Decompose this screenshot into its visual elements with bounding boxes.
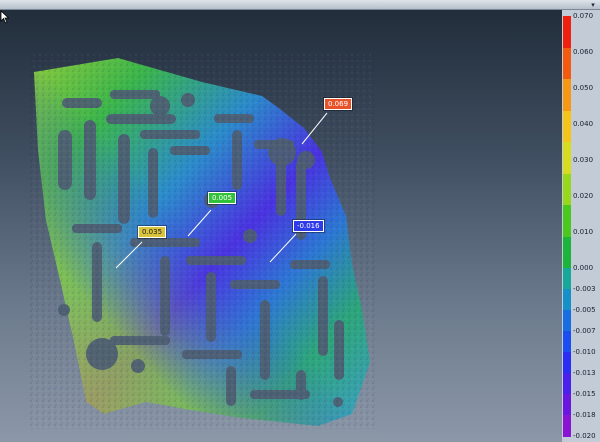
scale-segment-positive (563, 47, 571, 80)
scale-segment-negative (563, 310, 571, 332)
scale-tick-label: -0.015 (573, 390, 596, 398)
deviation-viewport[interactable]: 0.069 0.005 0.035 -0.016 (0, 10, 562, 442)
scale-tick-label: 0.070 (573, 12, 594, 20)
chevron-down-icon[interactable]: ▾ (588, 1, 598, 9)
scale-tick-label: -0.005 (573, 306, 596, 314)
scale-segment-negative (563, 352, 571, 374)
scale-segment-positive (563, 236, 571, 269)
deviation-callout-min[interactable]: -0.016 (293, 220, 324, 232)
color-scale-legend: 0.070 0.060 0.050 0.040 0.030 0.020 0.010 0.000… (562, 10, 600, 442)
scale-tick-label: 0.030 (573, 156, 594, 164)
deviation-callout-center[interactable]: 0.005 (208, 192, 237, 204)
scale-segment-positive (563, 16, 571, 48)
scale-tick-label: -0.013 (573, 369, 596, 377)
scale-segment-negative (563, 394, 571, 416)
scale-segment-positive (563, 79, 571, 111)
scale-segment-negative (563, 289, 571, 311)
scale-tick-label: 0.010 (573, 228, 594, 236)
scale-segment-positive (563, 142, 571, 174)
scale-segment-positive (563, 205, 571, 237)
scale-segment-negative (563, 331, 571, 353)
scale-tick-label: -0.007 (573, 327, 596, 335)
scale-segment-positive (563, 110, 571, 143)
scale-tick-label: 0.040 (573, 120, 594, 128)
scale-segment-negative (563, 415, 571, 437)
deviation-callout-max[interactable]: 0.069 (324, 98, 353, 110)
deviation-callout-left[interactable]: 0.035 (138, 226, 167, 238)
scale-tick-label: -0.020 (573, 432, 596, 440)
scale-tick-label: -0.003 (573, 285, 596, 293)
valve-body-plate (30, 54, 375, 429)
mouse-pointer-icon (0, 10, 10, 24)
scale-tick-label: 0.020 (573, 192, 594, 200)
scale-segment-negative (563, 373, 571, 395)
scale-tick-label: 0.050 (573, 84, 594, 92)
scale-tick-label: -0.010 (573, 348, 596, 356)
scale-segment-positive (563, 173, 571, 206)
scale-tick-label: -0.018 (573, 411, 596, 419)
scale-segment-negative (563, 268, 571, 290)
title-bar: ▾ (0, 0, 600, 10)
color-scale-bar (563, 16, 571, 442)
scale-tick-label: 0.000 (573, 264, 594, 272)
scale-tick-label: 0.060 (573, 48, 594, 56)
